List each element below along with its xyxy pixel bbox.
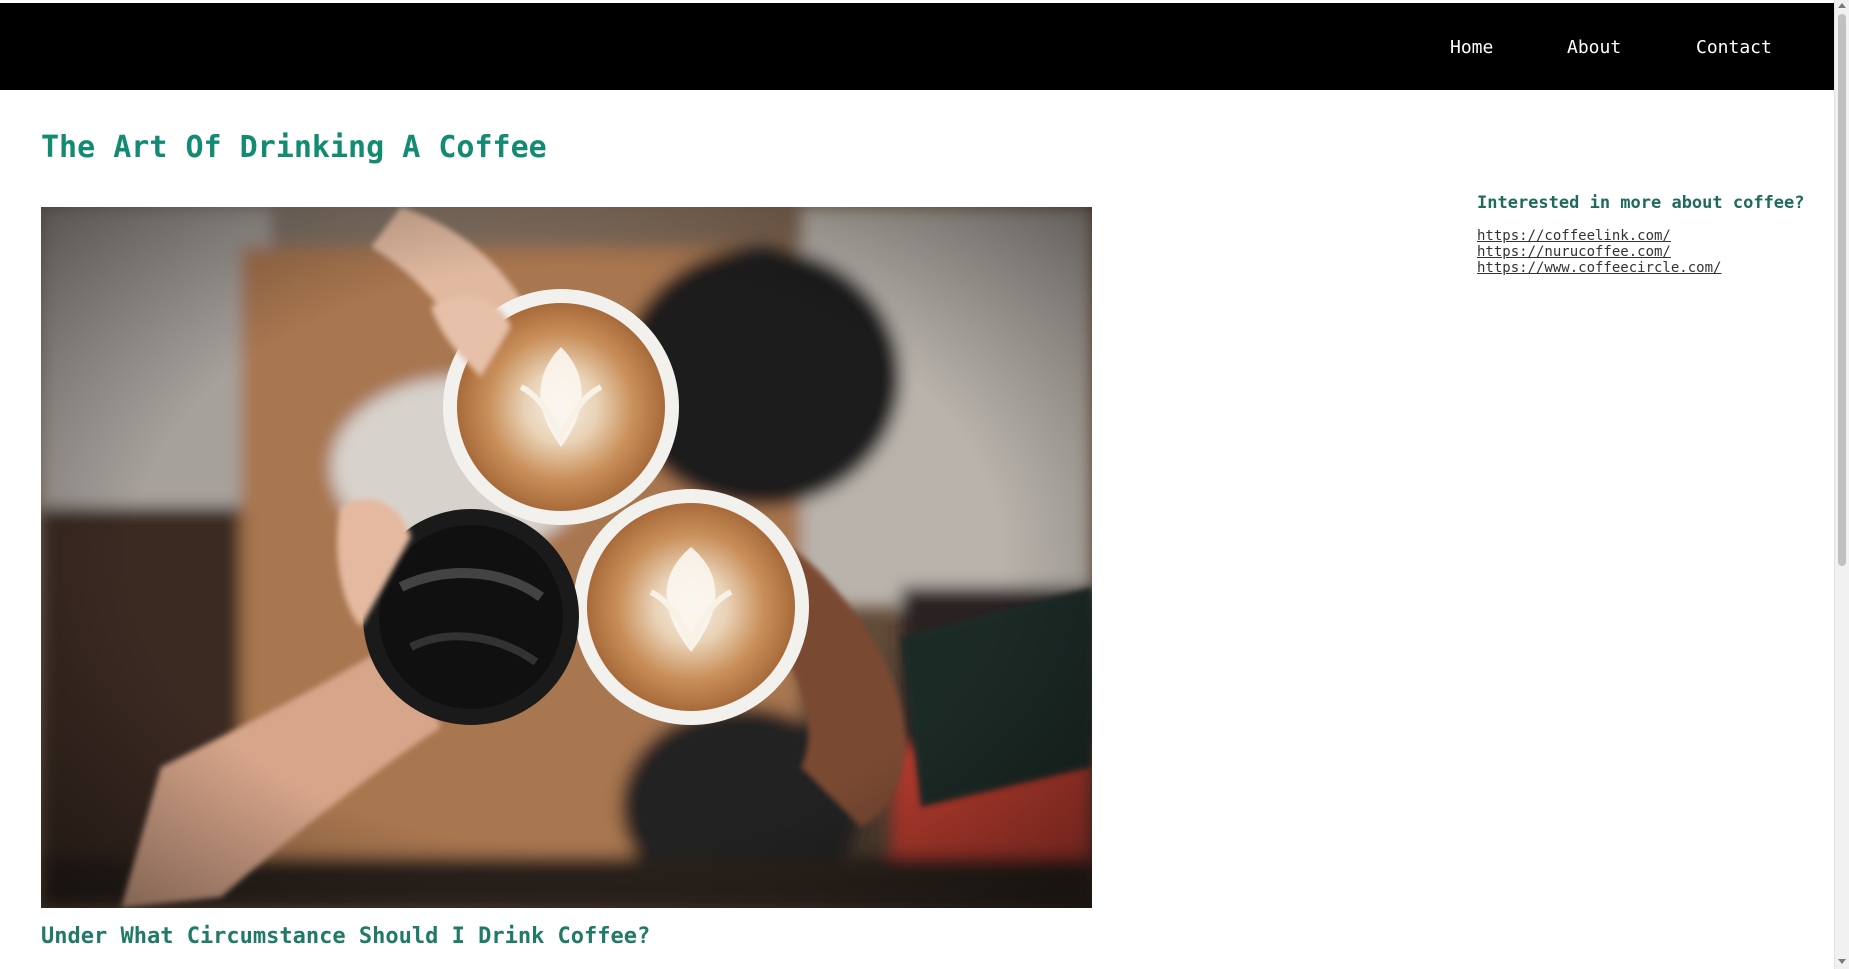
sidebar-link-coffeecircle[interactable]: https://www.coffeecircle.com/	[1477, 260, 1817, 276]
section-heading: Under What Circumstance Should I Drink C…	[41, 924, 651, 949]
vertical-scrollbar[interactable]	[1834, 0, 1849, 969]
scroll-down-arrow-icon[interactable]	[1838, 959, 1846, 964]
top-navbar: Home About Contact	[0, 3, 1834, 90]
sidebar: Interested in more about coffee? https:/…	[1477, 192, 1817, 276]
scroll-up-arrow-icon[interactable]	[1838, 3, 1846, 8]
sidebar-link-coffeelink[interactable]: https://coffeelink.com/	[1477, 228, 1817, 244]
coffee-toast-illustration	[41, 207, 1092, 908]
sidebar-link-nurucoffee[interactable]: https://nurucoffee.com/	[1477, 244, 1817, 260]
nav-about-link[interactable]: About	[1567, 37, 1621, 59]
sidebar-heading: Interested in more about coffee?	[1477, 193, 1805, 213]
sidebar-link-list: https://coffeelink.com/ https://nurucoff…	[1477, 228, 1817, 276]
page-title: The Art Of Drinking A Coffee	[41, 130, 547, 165]
nav-contact-link[interactable]: Contact	[1696, 37, 1772, 59]
hero-image	[41, 207, 1092, 908]
nav-home-link[interactable]: Home	[1450, 37, 1493, 59]
scrollbar-thumb[interactable]	[1838, 14, 1846, 566]
page-viewport: Home About Contact The Art Of Drinking A…	[0, 0, 1834, 969]
